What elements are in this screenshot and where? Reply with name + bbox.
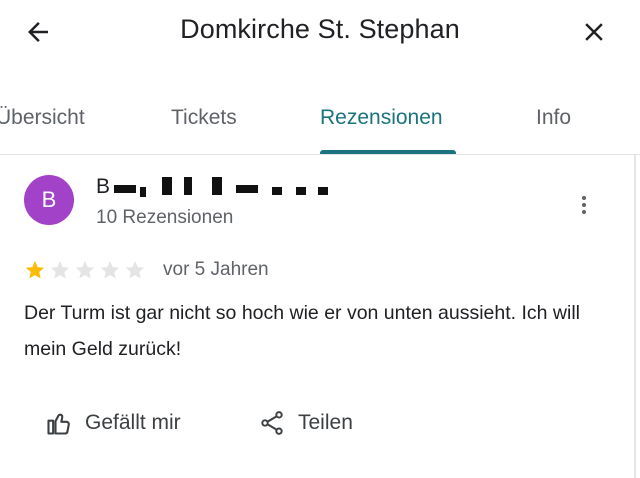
tab-overview[interactable]: Übersicht: [0, 106, 85, 130]
review-card: B B 10 Rezensionen vor 5 Jahren Der Turm…: [0, 155, 636, 478]
tab-info[interactable]: Info: [536, 106, 571, 130]
avatar[interactable]: B: [24, 175, 74, 225]
active-tab-indicator: [320, 150, 456, 154]
reviewer-review-count: 10 Rezensionen: [96, 207, 234, 228]
like-label: Gefällt mir: [85, 411, 181, 434]
thumbs-up-icon: [45, 409, 73, 437]
page-title: Domkirche St. Stephan: [180, 14, 460, 44]
tab-bar: Übersicht Tickets Rezensionen Info: [0, 92, 640, 155]
review-date: vor 5 Jahren: [163, 259, 269, 280]
more-vertical-icon: [582, 196, 586, 214]
share-label: Teilen: [298, 411, 353, 434]
star-empty-icon: [125, 260, 145, 279]
star-rating: [24, 259, 146, 281]
tab-reviews[interactable]: Rezensionen: [320, 106, 443, 130]
share-icon: [258, 409, 286, 437]
star-filled-icon: [25, 260, 45, 279]
star-empty-icon: [50, 260, 70, 279]
close-button[interactable]: [574, 12, 614, 52]
name-redaction: [112, 177, 332, 199]
reviewer-name[interactable]: B: [96, 175, 110, 199]
header: Domkirche St. Stephan: [0, 0, 640, 64]
like-button[interactable]: Gefällt mir: [45, 405, 181, 441]
tab-tickets[interactable]: Tickets: [171, 106, 237, 130]
close-icon: [585, 23, 603, 41]
star-empty-icon: [75, 260, 95, 279]
more-options-button[interactable]: [570, 191, 598, 219]
review-text: Der Turm ist gar nicht so hoch wie er vo…: [24, 302, 580, 360]
share-button[interactable]: Teilen: [258, 405, 353, 441]
star-empty-icon: [100, 260, 120, 279]
